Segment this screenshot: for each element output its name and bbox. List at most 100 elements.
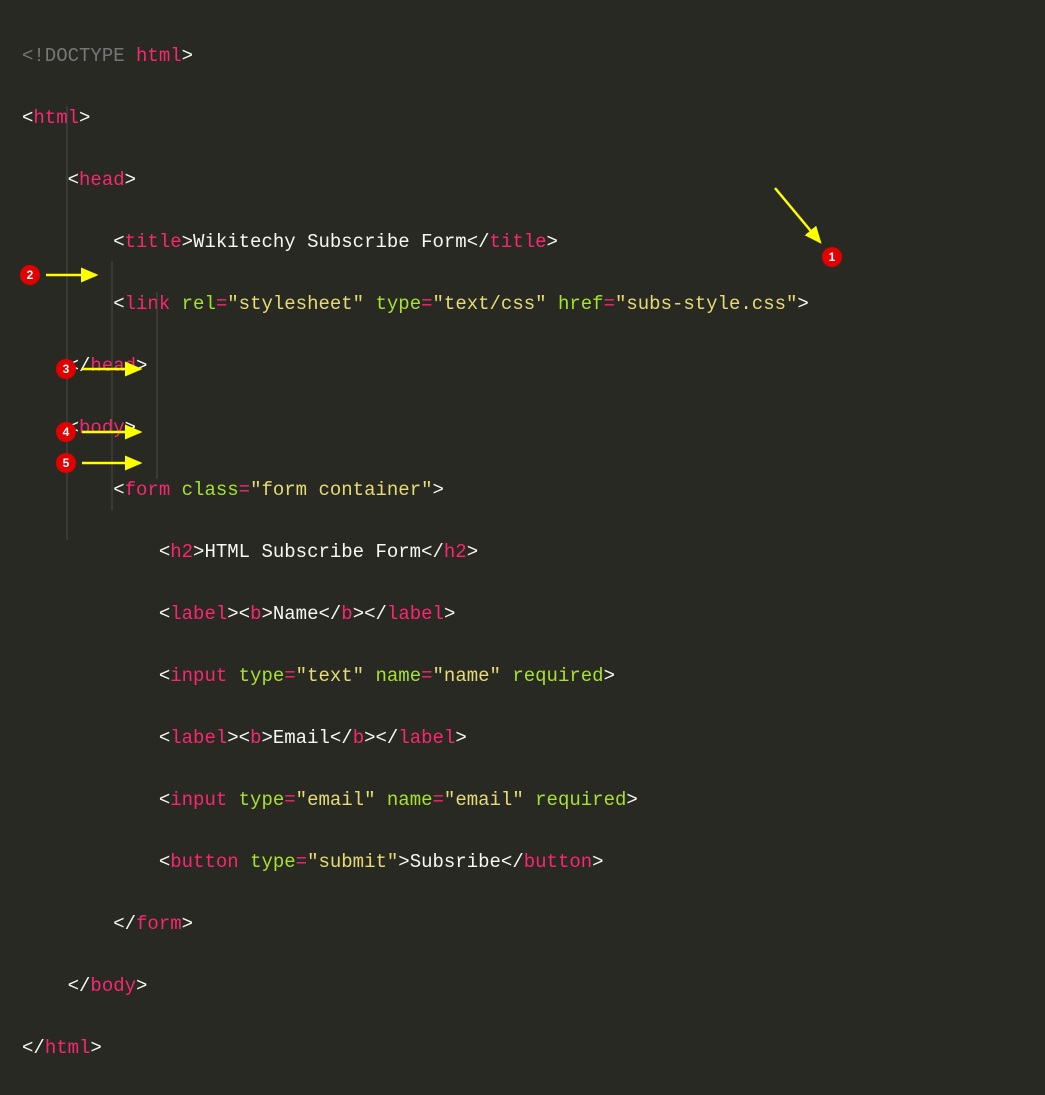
code-line: <html> xyxy=(22,103,1045,134)
token: label xyxy=(387,603,444,625)
token: > xyxy=(467,541,478,563)
token: < xyxy=(113,231,124,253)
token: = xyxy=(421,665,432,687)
token: > xyxy=(455,727,466,749)
code-line: <label><b>Name</b></label> xyxy=(22,599,1045,630)
token: > xyxy=(444,603,455,625)
code-line: </body> xyxy=(22,971,1045,1002)
code-line: </form> xyxy=(22,909,1045,940)
token: button xyxy=(170,851,238,873)
code-line: </head> xyxy=(22,351,1045,382)
token: < xyxy=(159,665,170,687)
code-line: </html> xyxy=(22,1033,1045,1064)
token: Wikitechy Subscribe Form xyxy=(193,231,467,253)
token: "form container" xyxy=(250,479,432,501)
token: < xyxy=(159,851,170,873)
token: "text" xyxy=(296,665,364,687)
code-line: <input type="text" name="name" required> xyxy=(22,661,1045,692)
token: > xyxy=(182,45,193,67)
token: < xyxy=(239,727,250,749)
token: "submit" xyxy=(307,851,398,873)
token: = xyxy=(604,293,615,315)
token: label xyxy=(170,727,227,749)
token: > xyxy=(261,727,272,749)
token: "name" xyxy=(433,665,501,687)
token: form xyxy=(136,913,182,935)
code-line: <input type="email" name="email" require… xyxy=(22,785,1045,816)
token: > xyxy=(125,169,136,191)
token: = xyxy=(239,479,250,501)
token: "email" xyxy=(296,789,376,811)
token: = xyxy=(284,665,295,687)
token: required xyxy=(512,665,603,687)
token: </ xyxy=(22,1037,45,1059)
token: </ xyxy=(364,603,387,625)
token: "text/css" xyxy=(433,293,547,315)
token: html xyxy=(33,107,79,129)
token: label xyxy=(398,727,455,749)
token: > xyxy=(604,665,615,687)
token: Subsribe xyxy=(410,851,501,873)
token: = xyxy=(284,789,295,811)
token: Name xyxy=(273,603,319,625)
token: < xyxy=(159,541,170,563)
token: > xyxy=(136,355,147,377)
token: </ xyxy=(467,231,490,253)
token: > xyxy=(592,851,603,873)
token: < xyxy=(113,479,124,501)
token: html xyxy=(125,45,182,67)
token: h2 xyxy=(444,541,467,563)
token: label xyxy=(170,603,227,625)
callout-badge-5: 5 xyxy=(56,453,76,473)
token: </ xyxy=(376,727,399,749)
token: > xyxy=(182,231,193,253)
token: = xyxy=(433,789,444,811)
token: > xyxy=(79,107,90,129)
token: > xyxy=(433,479,444,501)
token: HTML Subscribe Form xyxy=(204,541,421,563)
code-line: <button type="submit">Subsribe</button> xyxy=(22,847,1045,878)
token: < xyxy=(113,293,124,315)
token: < xyxy=(159,727,170,749)
token: > xyxy=(626,789,637,811)
token: </ xyxy=(318,603,341,625)
code-line: <!DOCTYPE html> xyxy=(22,41,1045,72)
token: head xyxy=(79,169,125,191)
token: type xyxy=(376,293,422,315)
code-line: <form class="form container"> xyxy=(22,475,1045,506)
token: form xyxy=(125,479,171,501)
token: rel xyxy=(182,293,216,315)
code-line: <h2>HTML Subscribe Form</h2> xyxy=(22,537,1045,568)
token: > xyxy=(182,913,193,935)
callout-badge-1: 1 xyxy=(822,247,842,267)
token: = xyxy=(421,293,432,315)
code-line: <body> xyxy=(22,413,1045,444)
token: > xyxy=(227,727,238,749)
token: b xyxy=(250,603,261,625)
token: "email" xyxy=(444,789,524,811)
token: > xyxy=(90,1037,101,1059)
token: button xyxy=(524,851,592,873)
token: link xyxy=(125,293,171,315)
token: > xyxy=(125,417,136,439)
token: </ xyxy=(501,851,524,873)
code-line: <title>Wikitechy Subscribe Form</title> xyxy=(22,227,1045,258)
token: type xyxy=(239,789,285,811)
callout-badge-2: 2 xyxy=(20,265,40,285)
token: b xyxy=(353,727,364,749)
token: </ xyxy=(113,913,136,935)
code-line: <label><b>Email</b></label> xyxy=(22,723,1045,754)
token: > xyxy=(261,603,272,625)
token: < xyxy=(239,603,250,625)
token: > xyxy=(797,293,808,315)
token: type xyxy=(239,665,285,687)
token: input xyxy=(170,665,227,687)
token: name xyxy=(376,665,422,687)
token: html xyxy=(45,1037,91,1059)
token: <!DOCTYPE xyxy=(22,45,125,67)
code-line: <head> xyxy=(22,165,1045,196)
code-block: <!DOCTYPE html> <html> <head> <title>Wik… xyxy=(0,0,1045,1095)
token: < xyxy=(159,603,170,625)
token: title xyxy=(125,231,182,253)
token: body xyxy=(79,417,125,439)
